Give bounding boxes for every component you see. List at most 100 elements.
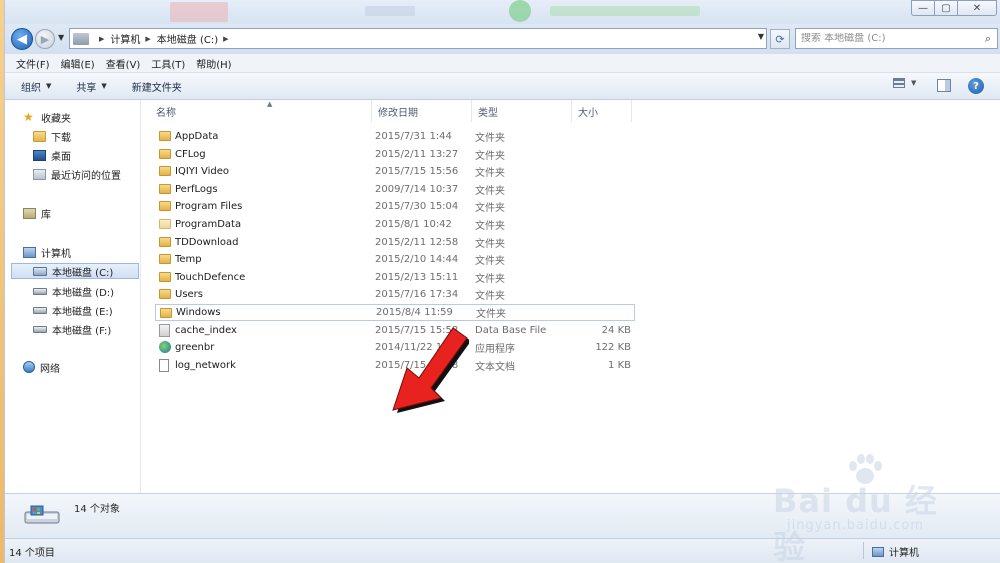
nav-libraries[interactable]: 库 [23, 205, 51, 221]
search-icon[interactable]: ⌕ [985, 32, 991, 46]
recent-pages-dropdown[interactable]: ▼ [58, 33, 64, 42]
back-button[interactable]: ◀ [11, 28, 33, 50]
computer-icon [73, 32, 89, 45]
view-icon [893, 78, 905, 88]
column-header-name[interactable]: 名称 ▲ [150, 100, 372, 122]
file-type: 文件夹 [475, 291, 505, 303]
file-name: cache_index [175, 324, 237, 336]
file-type: 文件夹 [475, 203, 505, 215]
blurred-background-item [170, 2, 228, 22]
file-row[interactable]: CFLog 2015/2/11 13:27 文件夹 [155, 146, 635, 163]
nav-drive-f[interactable]: 本地磁盘 (F:) [33, 321, 111, 337]
file-type: 文件夹 [475, 133, 505, 144]
nav-computer[interactable]: 计算机 [23, 244, 71, 260]
file-name: IQIYI Video [175, 166, 230, 178]
maximize-button[interactable]: ▢ [934, 0, 958, 16]
chevron-right-icon: ▶ [99, 34, 105, 43]
address-bar[interactable]: ▶ 计算机 ▶ 本地磁盘 (C:) ▶ ▼ [69, 28, 767, 49]
application-icon [159, 341, 171, 354]
nav-network[interactable]: 网络 [23, 359, 60, 375]
nav-label: 本地磁盘 (F:) [52, 325, 112, 337]
change-view-button[interactable]: ▼ [893, 78, 916, 88]
preview-pane-button[interactable] [937, 79, 951, 92]
file-row[interactable]: Users 2015/7/16 17:34 文件夹 [155, 286, 635, 303]
nav-drive-c[interactable]: 本地磁盘 (C:) [11, 263, 139, 279]
column-header-type[interactable]: 类型 [472, 100, 572, 122]
folder-icon [159, 201, 171, 212]
file-row[interactable]: Program Files 2015/7/30 15:04 文件夹 [155, 198, 635, 215]
library-icon [23, 207, 36, 219]
nav-label: 本地磁盘 (C:) [52, 267, 114, 279]
share-button[interactable]: 共享 ▼ [76, 79, 106, 94]
column-header-size[interactable]: 大小 [572, 100, 632, 122]
file-type: 文本文档 [475, 361, 515, 373]
nav-label: 本地磁盘 (D:) [52, 287, 115, 299]
arrow-left-icon: ◀ [17, 31, 27, 47]
nav-label: 收藏夹 [41, 113, 71, 125]
chevron-right-icon: ▶ [145, 34, 151, 43]
file-row[interactable]: AppData 2015/7/31 1:44 文件夹 [155, 128, 635, 145]
file-name: Temp [175, 254, 202, 266]
file-row[interactable]: Temp 2015/2/10 14:44 文件夹 [155, 251, 635, 268]
file-type: 文件夹 [475, 256, 505, 268]
column-header-date[interactable]: 修改日期 [372, 100, 472, 122]
file-name: TDDownload [175, 236, 239, 248]
minimize-button[interactable]: — [911, 0, 935, 16]
command-bar: 组织 ▼ 共享 ▼ 新建文件夹 ▼ ? [5, 73, 1000, 100]
search-input[interactable] [801, 33, 976, 44]
file-row[interactable]: TouchDefence 2015/2/13 15:11 文件夹 [155, 269, 635, 286]
nav-favorites[interactable]: ★ 收藏夹 [23, 109, 71, 125]
file-row[interactable]: PerfLogs 2009/7/14 10:37 文件夹 [155, 181, 635, 198]
column-label: 修改日期 [378, 107, 418, 119]
refresh-button[interactable]: ⟳ [770, 29, 790, 49]
file-date: 2015/7/16 17:34 [375, 289, 459, 301]
nav-label: 下载 [51, 132, 71, 144]
file-row[interactable]: TDDownload 2015/2/11 12:58 文件夹 [155, 234, 635, 251]
breadcrumb-drive-c[interactable]: 本地磁盘 (C:) ▶ [157, 31, 229, 47]
blurred-background-item [365, 6, 415, 16]
organize-button[interactable]: 组织 ▼ [21, 79, 51, 94]
share-label: 共享 [76, 82, 97, 94]
menu-help[interactable]: 帮助(H) [196, 56, 231, 71]
menu-edit[interactable]: 编辑(E) [61, 56, 95, 71]
column-label: 名称 [156, 107, 176, 119]
nav-recent-places[interactable]: 最近访问的位置 [33, 166, 121, 182]
nav-drive-d[interactable]: 本地磁盘 (D:) [33, 283, 114, 299]
file-date: 2015/8/1 10:42 [375, 219, 452, 230]
downloads-folder-icon [33, 130, 46, 142]
nav-desktop[interactable]: 桌面 [33, 147, 71, 163]
watermark-url: jingyan.baidu.com [787, 518, 924, 533]
file-row[interactable]: IQIYI Video 2015/7/15 15:56 文件夹 [155, 163, 635, 180]
menu-view[interactable]: 查看(V) [106, 56, 141, 71]
nav-label: 本地磁盘 (E:) [52, 306, 113, 318]
forward-button[interactable]: ▶ [35, 29, 55, 49]
help-button[interactable]: ? [968, 78, 984, 94]
file-row[interactable]: ProgramData 2015/8/1 10:42 文件夹 [155, 216, 635, 233]
nav-downloads[interactable]: 下载 [33, 128, 71, 144]
recent-places-icon [33, 168, 46, 180]
folder-icon [159, 289, 171, 300]
folder-icon [159, 183, 171, 194]
breadcrumb-computer[interactable]: 计算机 ▶ [110, 31, 151, 47]
address-dropdown-icon[interactable]: ▼ [758, 32, 764, 41]
menu-file[interactable]: 文件(F) [16, 56, 50, 71]
file-date: 2015/2/13 15:11 [375, 271, 459, 283]
breadcrumb-start[interactable]: ▶ [94, 35, 104, 43]
explorer-window: — ▢ ✕ ◀ ▶ ▼ ▶ 计算机 ▶ 本地磁盘 (C:) ▶ ▼ ⟳ ⌕ 文件(F… [4, 0, 1000, 563]
blurred-background-item [509, 0, 531, 22]
menu-tools[interactable]: 工具(T) [151, 56, 185, 71]
file-list: 名称 ▲ 修改日期 类型 大小 AppData 2015/7/31 1:44 文件夹… [142, 100, 1000, 493]
close-button[interactable]: ✕ [957, 0, 997, 16]
system-drive-icon [33, 266, 47, 276]
nav-label: 库 [41, 209, 51, 221]
file-name: PerfLogs [175, 183, 218, 195]
file-date: 2015/2/11 13:27 [375, 148, 459, 160]
new-folder-button[interactable]: 新建文件夹 [132, 79, 182, 94]
search-box[interactable]: ⌕ [795, 28, 998, 49]
file-row[interactable]: Windows 2015/8/4 11:59 文件夹 [155, 304, 635, 321]
file-type: 文件夹 [475, 238, 505, 250]
nav-drive-e[interactable]: 本地磁盘 (E:) [33, 302, 113, 318]
file-date: 2015/7/31 1:44 [375, 131, 452, 142]
file-name: TouchDefence [175, 271, 246, 283]
chevron-down-icon: ▼ [101, 82, 107, 90]
